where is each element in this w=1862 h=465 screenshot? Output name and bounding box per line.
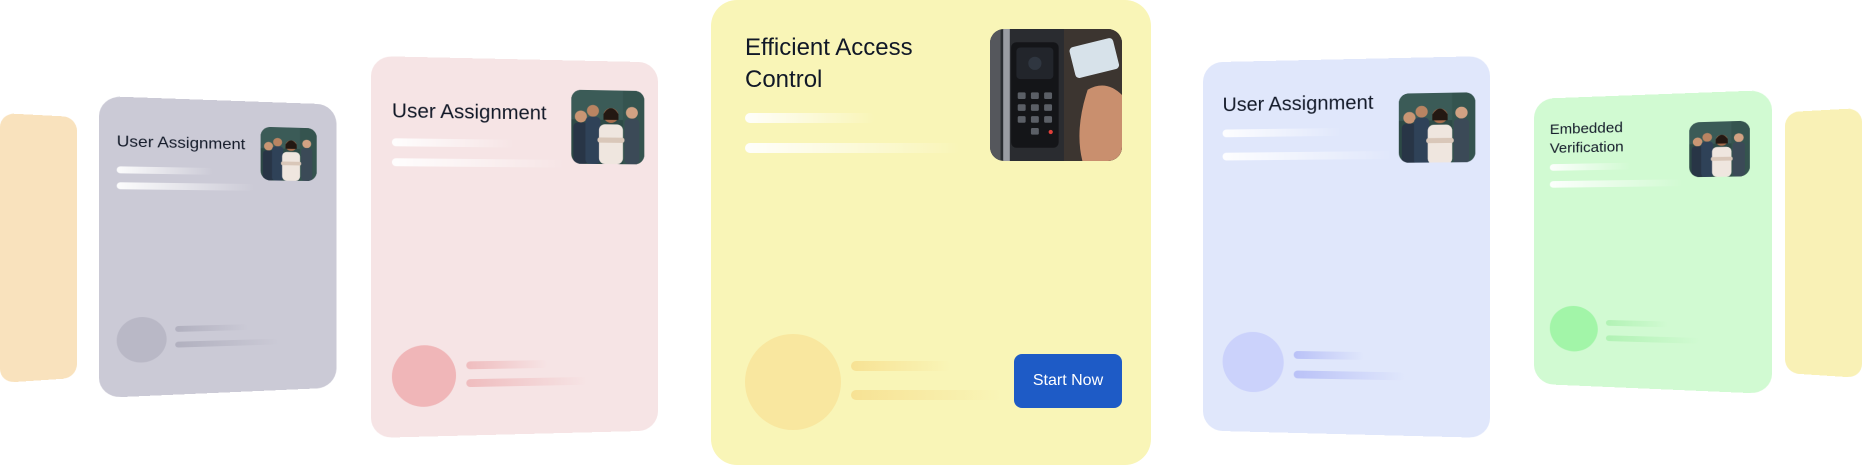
- placeholder-line: [851, 361, 951, 371]
- card-title: User Assignment: [392, 98, 547, 126]
- placeholder-line: [175, 339, 279, 348]
- placeholder-line: [1606, 320, 1668, 327]
- placeholder-line: [392, 158, 565, 167]
- embedded-verification-card[interactable]: Embedded Verification: [1534, 90, 1772, 394]
- card-title: Embedded Verification: [1550, 117, 1662, 159]
- keycard-reader-photo: [990, 29, 1122, 161]
- placeholder-line: [1294, 351, 1364, 360]
- user-assignment-card-blue[interactable]: User Assignment: [1203, 56, 1490, 438]
- team-photo-thumbnail: [1689, 121, 1750, 178]
- carousel-edge-card-left[interactable]: [0, 113, 77, 383]
- avatar-placeholder: [1223, 332, 1284, 393]
- placeholder-line: [117, 182, 255, 191]
- placeholder-line: [1294, 370, 1405, 380]
- placeholder-line: [466, 360, 547, 369]
- placeholder-line: [1550, 179, 1683, 187]
- team-photo-thumbnail: [261, 127, 317, 181]
- avatar-placeholder: [392, 345, 456, 408]
- card-title: User Assignment: [117, 132, 246, 155]
- placeholder-line: [745, 143, 960, 153]
- placeholder-line: [1223, 151, 1393, 160]
- avatar-placeholder: [745, 334, 841, 430]
- placeholder-line: [851, 390, 1001, 400]
- efficient-access-control-card[interactable]: Efficient Access Control Start Now: [711, 0, 1151, 465]
- user-assignment-card-pink[interactable]: User Assignment: [371, 56, 658, 438]
- placeholder-line: [466, 377, 587, 387]
- team-photo-thumbnail: [571, 90, 644, 165]
- placeholder-line: [117, 166, 213, 174]
- team-photo-thumbnail: [1399, 92, 1476, 163]
- user-assignment-card-gray[interactable]: User Assignment: [99, 96, 336, 398]
- card-title: User Assignment: [1223, 90, 1374, 118]
- avatar-placeholder: [1550, 305, 1598, 352]
- placeholder-line: [392, 138, 515, 147]
- placeholder-line: [745, 113, 875, 123]
- carousel-edge-card-right[interactable]: [1785, 108, 1862, 378]
- card-carousel: User Assignment User Assignment Efficien…: [0, 0, 1862, 465]
- placeholder-line: [175, 324, 248, 332]
- card-title: Efficient Access Control: [745, 32, 955, 97]
- placeholder-line: [1223, 128, 1342, 137]
- start-now-button[interactable]: Start Now: [1014, 354, 1122, 408]
- placeholder-line: [1550, 163, 1631, 171]
- placeholder-line: [1606, 335, 1700, 344]
- avatar-placeholder: [117, 316, 167, 363]
